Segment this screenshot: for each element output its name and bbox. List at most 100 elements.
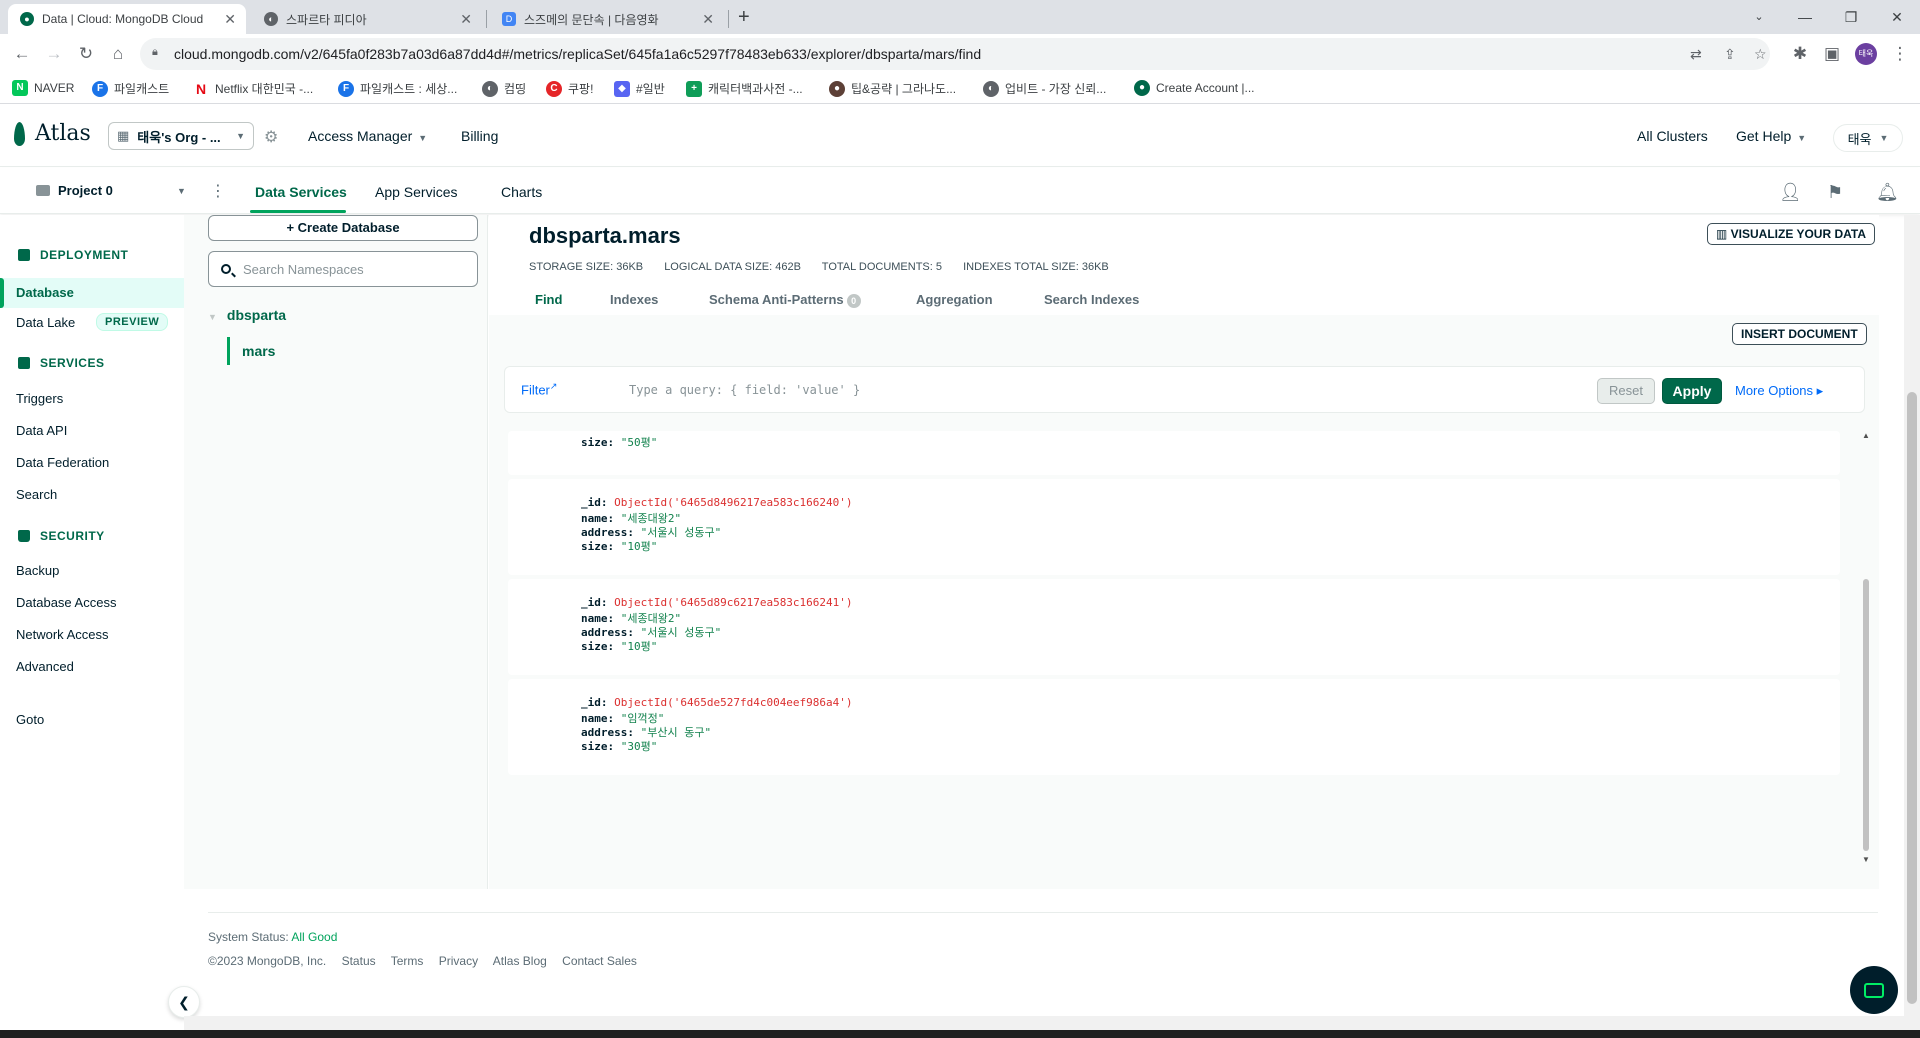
document-card[interactable]: _id: ObjectId('6465de527fd4c004eef986a4'…: [508, 679, 1840, 775]
filter-link[interactable]: Filter↗: [521, 381, 557, 397]
profile-avatar[interactable]: 태욱: [1855, 43, 1877, 65]
minimize-icon[interactable]: —: [1782, 4, 1828, 30]
footer-link-status[interactable]: Status: [342, 954, 376, 968]
share-icon[interactable]: ⇪: [1724, 46, 1736, 63]
create-database-button[interactable]: + Create Database: [208, 215, 478, 241]
browser-menu-icon[interactable]: ⋮: [1888, 42, 1912, 66]
database-tree-item[interactable]: ▼ dbsparta: [208, 307, 286, 323]
footer-link-terms[interactable]: Terms: [391, 954, 424, 968]
forward-icon[interactable]: →: [42, 42, 66, 66]
footer-link-privacy[interactable]: Privacy: [439, 954, 478, 968]
bookmark-coupang[interactable]: C 쿠팡!: [546, 80, 593, 97]
sidebar-item-triggers[interactable]: Triggers: [16, 391, 63, 406]
org-selector[interactable]: ▦ 태욱's Org - ... ▼: [108, 122, 254, 150]
collapse-sidebar-button[interactable]: ❮: [168, 986, 200, 1018]
sidebar-item-goto[interactable]: Goto: [16, 712, 44, 727]
bookmark-naver[interactable]: N NAVER: [12, 80, 74, 96]
tab-schema-anti-patterns[interactable]: Schema Anti-Patterns 0: [709, 292, 861, 308]
close-tab-icon[interactable]: ✕: [702, 11, 714, 28]
bookmark-netflix[interactable]: N Netflix 대한민국 -...: [193, 80, 313, 97]
tab-title: 스파르타 피디아: [286, 12, 367, 27]
bookmark-granado[interactable]: ● 팁&공략 | 그라나도...: [829, 80, 956, 97]
restore-icon[interactable]: ❐: [1828, 4, 1874, 30]
collection-tree-item[interactable]: mars: [242, 343, 275, 359]
scroll-up-icon[interactable]: ▲: [1861, 431, 1871, 440]
close-window-icon[interactable]: ✕: [1874, 4, 1920, 30]
reload-icon[interactable]: ↻: [74, 42, 98, 66]
footer-link-contact-sales[interactable]: Contact Sales: [562, 954, 637, 968]
scrollbar-thumb[interactable]: [1907, 392, 1917, 1004]
tab-charts[interactable]: Charts: [501, 184, 542, 200]
bookmark-filecast-2[interactable]: F 파일캐스트 : 세상...: [338, 80, 457, 97]
tab-app-services[interactable]: App Services: [375, 184, 457, 200]
visualize-data-button[interactable]: ▥ VISUALIZE YOUR DATA: [1707, 223, 1876, 245]
bell-icon[interactable]: 🔔︎: [1876, 182, 1899, 203]
bookmark-upbit[interactable]: ◐ 업비트 - 가장 신뢰...: [983, 80, 1106, 97]
tab-search-indexes[interactable]: Search Indexes: [1044, 292, 1139, 307]
org-settings-gear-icon[interactable]: ⚙: [264, 127, 278, 147]
activity-feed-icon[interactable]: ⚑: [1827, 182, 1843, 203]
scroll-down-icon[interactable]: ▼: [1861, 855, 1871, 864]
document-card[interactable]: _id: ObjectId('6465d8496217ea583c166240'…: [508, 479, 1840, 575]
horizontal-scrollbar[interactable]: [184, 1016, 1904, 1030]
chat-support-button[interactable]: [1850, 966, 1898, 1014]
billing-link[interactable]: Billing: [461, 128, 498, 144]
atlas-logo[interactable]: Atlas: [14, 121, 91, 146]
url-text: cloud.mongodb.com/v2/645fa0f283b7a03d6a8…: [174, 46, 982, 62]
insert-document-button[interactable]: INSERT DOCUMENT: [1732, 323, 1867, 345]
browser-tab-sparta[interactable]: ◐ 스파르타 피디아 ✕: [252, 4, 482, 34]
bookmark-character-wiki[interactable]: + 캐릭터백과사전 -...: [686, 80, 803, 97]
project-options-kebab-icon[interactable]: ⋮: [210, 181, 226, 201]
all-clusters-link[interactable]: All Clusters: [1637, 128, 1708, 144]
home-icon[interactable]: ⌂: [106, 42, 130, 66]
reset-button[interactable]: Reset: [1597, 378, 1655, 404]
caret-down-icon[interactable]: ▼: [177, 186, 186, 196]
tab-aggregation[interactable]: Aggregation: [916, 292, 993, 307]
apply-button[interactable]: Apply: [1662, 378, 1722, 404]
sidebar-item-database[interactable]: Database: [0, 278, 184, 308]
sidebar-item-advanced[interactable]: Advanced: [16, 659, 74, 674]
document-card[interactable]: size: "50평": [508, 431, 1840, 475]
document-card[interactable]: _id: ObjectId('6465d89c6217ea583c166241'…: [508, 579, 1840, 675]
browser-tab-mongodb[interactable]: ● Data | Cloud: MongoDB Cloud ✕: [8, 4, 246, 34]
translate-icon[interactable]: ⇄: [1690, 46, 1702, 63]
access-manager-menu[interactable]: Access Manager ▼: [308, 128, 427, 144]
search-namespaces-input[interactable]: Search Namespaces: [208, 251, 478, 287]
sidebar-item-data-lake[interactable]: Data Lake: [16, 315, 75, 330]
tab-indexes[interactable]: Indexes: [610, 292, 658, 307]
sidebar-item-backup[interactable]: Backup: [16, 563, 59, 578]
browser-tab-daum[interactable]: D 스즈메의 문단속 | 다음영화 ✕: [490, 4, 724, 34]
query-input[interactable]: Type a query: { field: 'value' }: [629, 383, 860, 397]
page-scrollbar[interactable]: [1904, 215, 1920, 1030]
tab-search-icon[interactable]: ⌄: [1736, 4, 1782, 30]
netflix-icon: N: [193, 80, 209, 97]
address-bar[interactable]: 🔒︎ cloud.mongodb.com/v2/645fa0f283b7a03d…: [140, 38, 1770, 70]
footer-link-atlas-blog[interactable]: Atlas Blog: [493, 954, 547, 968]
tab-find[interactable]: Find: [535, 292, 562, 307]
status-value-link[interactable]: All Good: [291, 930, 337, 944]
sidebar-item-data-federation[interactable]: Data Federation: [16, 455, 109, 470]
sidebar-item-network-access[interactable]: Network Access: [16, 627, 108, 642]
bookmark-comthing[interactable]: ◐ 컴띵: [482, 80, 526, 97]
more-options-link[interactable]: More Options ▸: [1735, 383, 1823, 399]
bookmark-discord[interactable]: ◆ #일반: [614, 80, 665, 97]
back-icon[interactable]: ←: [10, 42, 34, 66]
sidebar-item-search[interactable]: Search: [16, 487, 57, 502]
sidebar-item-database-access[interactable]: Database Access: [16, 595, 116, 610]
document-list-scrollbar[interactable]: ▲ ▼: [1861, 431, 1871, 868]
user-menu[interactable]: 태욱 ▼: [1833, 124, 1903, 152]
scrollbar-thumb[interactable]: [1863, 579, 1869, 851]
bookmark-star-icon[interactable]: ☆: [1754, 46, 1767, 63]
close-tab-icon[interactable]: ✕: [460, 11, 472, 28]
side-panel-icon[interactable]: ▣: [1820, 42, 1844, 66]
tab-data-services[interactable]: Data Services: [255, 184, 347, 200]
get-help-menu[interactable]: Get Help ▼: [1736, 128, 1806, 144]
project-selector[interactable]: Project 0: [36, 183, 113, 198]
extensions-icon[interactable]: ✱: [1788, 42, 1812, 66]
sidebar-item-data-api[interactable]: Data API: [16, 423, 67, 438]
invite-user-icon[interactable]: 👤︎: [1779, 182, 1802, 203]
new-tab-icon[interactable]: +: [738, 6, 750, 29]
bookmark-filecast[interactable]: F 파일캐스트: [92, 80, 169, 97]
close-tab-icon[interactable]: ✕: [224, 11, 236, 28]
bookmark-create-account[interactable]: ● Create Account |...: [1134, 80, 1255, 96]
